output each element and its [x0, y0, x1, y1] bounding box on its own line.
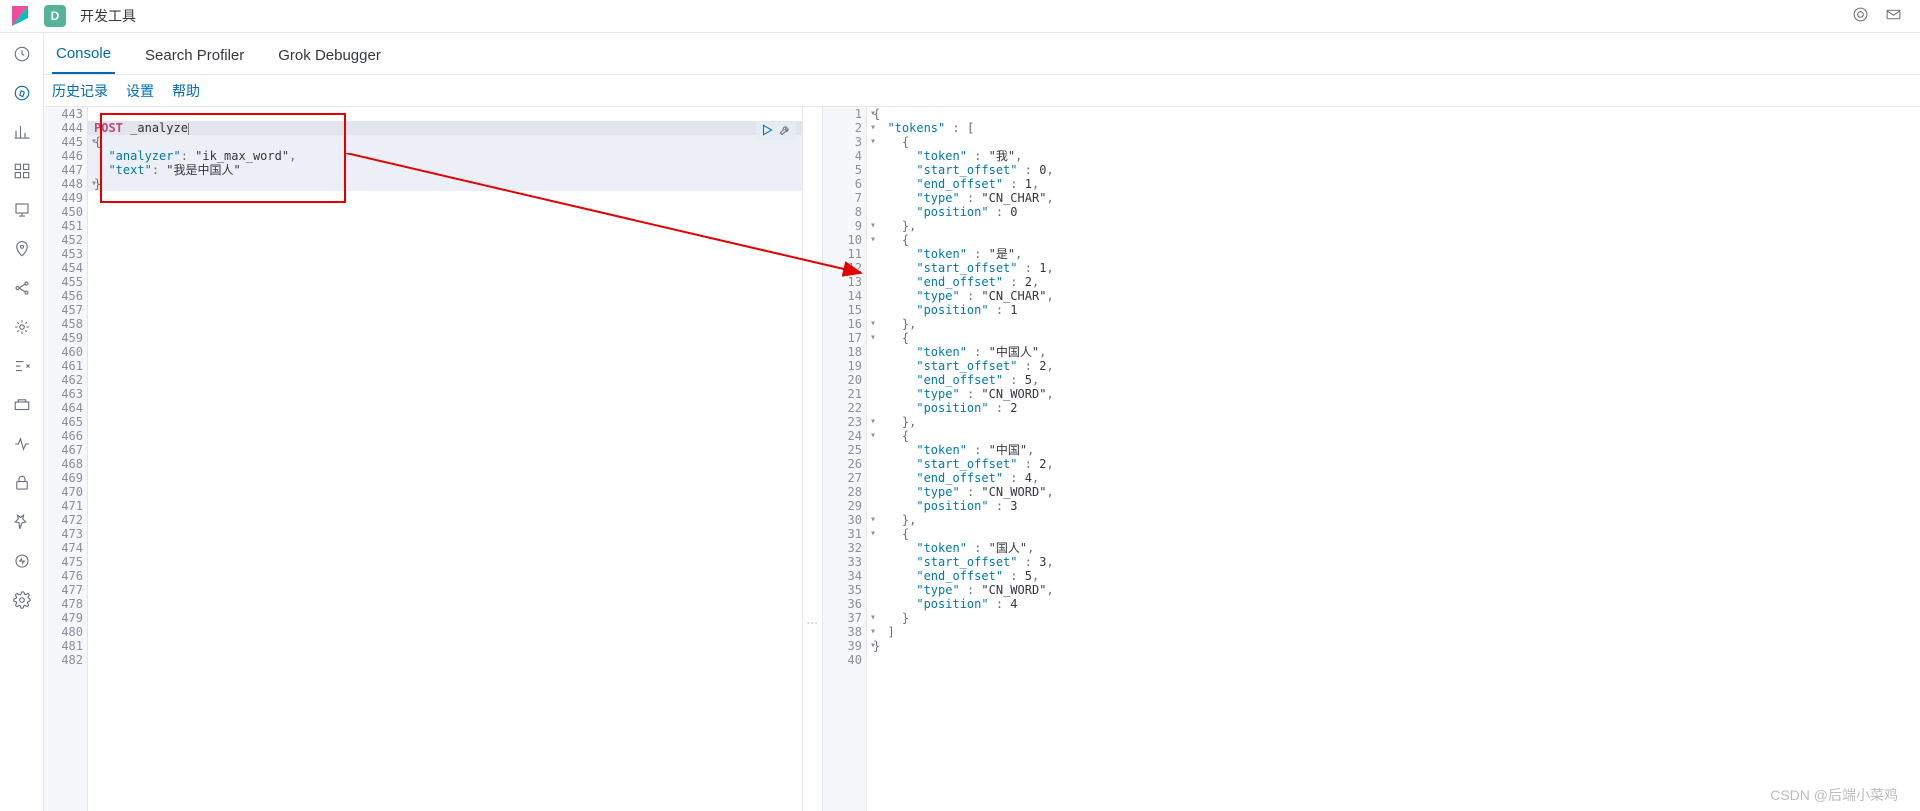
- watermark: CSDN @后端小菜鸡: [1770, 785, 1898, 805]
- request-code[interactable]: POST _analyze{ "analyzer": "ik_max_word"…: [94, 107, 802, 811]
- request-gutter: 4434444454464474484494504514524534544554…: [44, 107, 88, 811]
- subtab-help[interactable]: 帮助: [172, 81, 200, 101]
- left-nav: [0, 33, 44, 811]
- apm-icon[interactable]: [13, 396, 31, 417]
- metrics-icon[interactable]: [13, 318, 31, 339]
- monitoring-icon[interactable]: [13, 552, 31, 573]
- console-subtabs: 历史记录 设置 帮助: [44, 75, 1920, 107]
- play-icon[interactable]: [760, 123, 774, 140]
- pane-splitter[interactable]: ⋮: [803, 107, 823, 811]
- ml-icon[interactable]: [13, 279, 31, 300]
- response-code[interactable]: { "tokens" : [ { "token" : "我", "start_o…: [873, 107, 1920, 811]
- drag-handle-icon: ⋮: [806, 617, 820, 631]
- subtab-settings[interactable]: 设置: [126, 81, 154, 101]
- tab-grok-debugger[interactable]: Grok Debugger: [274, 37, 385, 74]
- editors-container: 4434444454464474484494504514524534544554…: [44, 107, 1920, 811]
- canvas-icon[interactable]: [13, 201, 31, 222]
- help-icon[interactable]: [1852, 6, 1869, 26]
- response-gutter: 1234567891011121314151617181920212223242…: [823, 107, 867, 811]
- app-badge[interactable]: D: [44, 5, 66, 27]
- discover-icon[interactable]: [13, 84, 31, 105]
- dashboard-icon[interactable]: [13, 162, 31, 183]
- response-pane[interactable]: 1234567891011121314151617181920212223242…: [823, 107, 1920, 811]
- header-right-icons: [1852, 6, 1902, 26]
- top-bar: D 开发工具: [0, 0, 1920, 33]
- logs-icon[interactable]: [13, 357, 31, 378]
- devtools-tabs: Console Search Profiler Grok Debugger: [44, 33, 1920, 75]
- maps-icon[interactable]: [13, 240, 31, 261]
- management-icon[interactable]: [13, 591, 31, 612]
- subtab-history[interactable]: 历史记录: [52, 81, 108, 101]
- tab-search-profiler[interactable]: Search Profiler: [141, 37, 248, 74]
- request-pane[interactable]: 4434444454464474484494504514524534544554…: [44, 107, 803, 811]
- app-title: 开发工具: [80, 6, 136, 26]
- devtools-icon[interactable]: [13, 513, 31, 534]
- kibana-logo[interactable]: [8, 4, 32, 28]
- run-request-controls: [756, 122, 796, 140]
- recent-icon[interactable]: [13, 45, 31, 66]
- siem-icon[interactable]: [13, 474, 31, 495]
- wrench-icon[interactable]: [778, 123, 792, 140]
- uptime-icon[interactable]: [13, 435, 31, 456]
- tab-console[interactable]: Console: [52, 35, 115, 74]
- visualize-icon[interactable]: [13, 123, 31, 144]
- mail-icon[interactable]: [1885, 6, 1902, 26]
